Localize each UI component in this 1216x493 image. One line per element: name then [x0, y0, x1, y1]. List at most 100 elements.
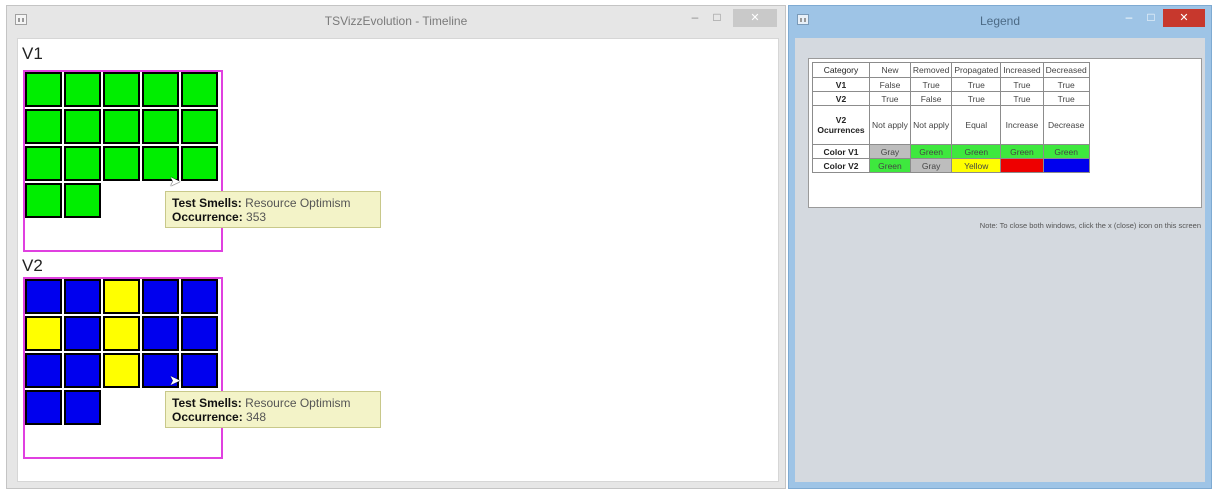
treemap-cell[interactable]: [181, 279, 218, 314]
legend-value-cell: True: [909, 77, 953, 92]
legend-value-cell: Green: [1000, 144, 1044, 159]
treemap-cell[interactable]: [103, 146, 140, 181]
legend-value-cell: Gray: [869, 144, 911, 159]
timeline-canvas: V1 ➤ Test Smells: Resource Optimism Occu…: [17, 38, 779, 482]
treemap-cell[interactable]: [25, 316, 62, 351]
legend-value-cell: Red: [1000, 158, 1044, 173]
legend-value-cell: Blue: [1042, 158, 1090, 173]
treemap-cell[interactable]: [181, 353, 218, 388]
treemap-cell[interactable]: [142, 109, 179, 144]
treemap-cell[interactable]: [103, 72, 140, 107]
treemap-cell[interactable]: [25, 183, 62, 218]
treemap-cell[interactable]: [64, 72, 101, 107]
timeline-titlebar[interactable]: TSVizzEvolution - Timeline – □ ✕: [7, 6, 785, 36]
legend-value-cell: True: [1000, 77, 1044, 92]
legend-titlebar[interactable]: Legend – □ ✕: [789, 6, 1211, 36]
legend-value-cell: True: [869, 91, 911, 106]
legend-value-cell: Green: [1042, 144, 1090, 159]
treemap-cell[interactable]: [64, 109, 101, 144]
tooltip-occurrence-key: Occurrence:: [172, 410, 243, 424]
treemap-cell[interactable]: [181, 109, 218, 144]
legend-panel: Category New Removed Propagated Increased Dec…: [808, 58, 1202, 208]
tooltip-smell-key: Test Smells:: [172, 396, 242, 410]
treemap-cell[interactable]: [25, 146, 62, 181]
legend-row: V2 Ocurrences Not apply Not apply Equal Incr…: [812, 105, 1090, 145]
legend-value-cell: Gray: [909, 158, 953, 173]
legend-value-cell: True: [951, 77, 1002, 92]
tooltip-occurrence-key: Occurrence:: [172, 210, 243, 224]
legend-row: V2 True False True True True: [812, 91, 1090, 106]
treemap-cell[interactable]: [103, 316, 140, 351]
legend-row: Color V1 Gray Green Green Green Green: [812, 144, 1090, 159]
treemap-cell[interactable]: [25, 279, 62, 314]
maximize-button[interactable]: □: [707, 9, 727, 27]
v1-tooltip: Test Smells: Resource Optimism Occurrenc…: [165, 191, 381, 228]
treemap-cell[interactable]: [103, 109, 140, 144]
timeline-window-title: TSVizzEvolution - Timeline: [324, 14, 468, 28]
legend-row: V1 False True True True True: [812, 77, 1090, 92]
legend-header-cell: Category: [812, 62, 870, 78]
timeline-window: TSVizzEvolution - Timeline – □ ✕ V1 ➤ Te…: [6, 5, 786, 489]
legend-value-cell: Increase: [1000, 105, 1044, 145]
legend-value-cell: Equal: [951, 105, 1002, 145]
legend-window: Legend – □ ✕ Category New Removed Propagate…: [788, 5, 1212, 489]
minimize-button[interactable]: –: [1119, 9, 1139, 27]
legend-value-cell: True: [951, 91, 1002, 106]
treemap-cell[interactable]: [64, 146, 101, 181]
legend-value-cell: True: [1042, 77, 1090, 92]
minimize-button[interactable]: –: [685, 9, 705, 27]
treemap-cell[interactable]: [25, 390, 62, 425]
treemap-cell[interactable]: [181, 146, 218, 181]
legend-value-cell: Green: [869, 158, 911, 173]
legend-value-cell: Green: [909, 144, 953, 159]
mouse-cursor-icon: ➤: [169, 372, 181, 388]
treemap-cell[interactable]: [25, 72, 62, 107]
legend-value-cell: True: [1042, 91, 1090, 106]
tooltip-smell-value: Resource Optimism: [245, 196, 351, 210]
v1-label: V1: [22, 44, 43, 63]
tooltip-occurrence-value: 348: [246, 410, 267, 424]
close-button[interactable]: ✕: [733, 9, 777, 27]
legend-value-cell: False: [909, 91, 953, 106]
legend-header-cell: Removed: [909, 62, 953, 78]
close-note: Note: To close both windows, click the x…: [979, 221, 1201, 230]
legend-value-cell: Decrease: [1042, 105, 1090, 145]
legend-header-cell: Propagated: [951, 62, 1002, 78]
legend-table: Category New Removed Propagated Increased Dec…: [812, 62, 1090, 173]
tooltip-smell-value: Resource Optimism: [245, 396, 351, 410]
treemap-cell[interactable]: [142, 72, 179, 107]
treemap-cell[interactable]: [25, 353, 62, 388]
legend-value-cell: False: [869, 77, 911, 92]
tooltip-smell-key: Test Smells:: [172, 196, 242, 210]
tooltip-occurrence-value: 353: [246, 210, 267, 224]
treemap-cell[interactable]: [64, 279, 101, 314]
treemap-cell[interactable]: [103, 279, 140, 314]
treemap-cell[interactable]: [25, 109, 62, 144]
legend-value-cell: Yellow: [951, 158, 1002, 173]
legend-header-cell: Increased: [1000, 62, 1044, 78]
treemap-cell[interactable]: [64, 353, 101, 388]
legend-category-cell: V2 Ocurrences: [812, 105, 870, 145]
treemap-cell[interactable]: [64, 316, 101, 351]
legend-row: Color V2 Green Gray Yellow Red Blue: [812, 158, 1090, 173]
treemap-cell[interactable]: [142, 279, 179, 314]
treemap-cell[interactable]: [103, 353, 140, 388]
legend-category-cell: Color V2: [812, 158, 870, 173]
treemap-cell[interactable]: [181, 72, 218, 107]
legend-header-cell: Decreased: [1042, 62, 1090, 78]
legend-value-cell: Not apply: [909, 105, 953, 145]
v2-label: V2: [22, 256, 43, 275]
legend-category-cell: V2: [812, 91, 870, 106]
treemap-cell[interactable]: [142, 316, 179, 351]
v2-tooltip: Test Smells: Resource Optimism Occurrenc…: [165, 391, 381, 428]
close-button[interactable]: ✕: [1163, 9, 1205, 27]
maximize-button[interactable]: □: [1141, 9, 1161, 27]
legend-value-cell: True: [1000, 91, 1044, 106]
mouse-cursor-icon: ➤: [169, 173, 181, 189]
legend-header-cell: New: [869, 62, 911, 78]
treemap-cell[interactable]: [64, 390, 101, 425]
treemap-cell[interactable]: [181, 316, 218, 351]
legend-value-cell: Not apply: [869, 105, 911, 145]
treemap-cell[interactable]: [64, 183, 101, 218]
legend-category-cell: V1: [812, 77, 870, 92]
